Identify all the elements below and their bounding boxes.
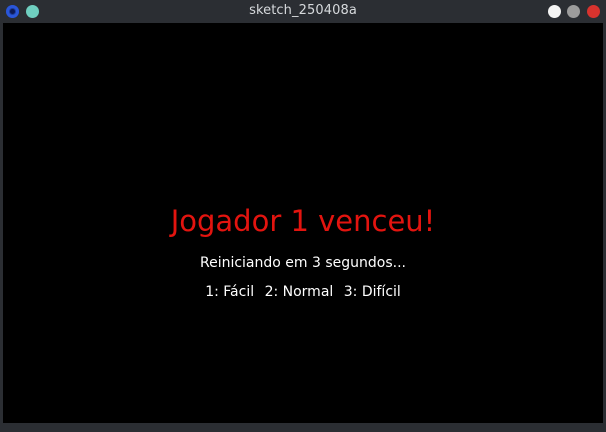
winner-message: Jogador 1 venceu!: [170, 204, 436, 238]
maximize-button[interactable]: [567, 5, 580, 18]
restart-message: Reiniciando em 3 segundos...: [199, 255, 406, 271]
window-title: sketch_250408a: [249, 3, 357, 18]
difficulty-option-hard[interactable]: 3: Difícil: [344, 284, 401, 300]
minimize-button[interactable]: [548, 5, 561, 18]
difficulty-option-normal[interactable]: 2: Normal: [265, 284, 334, 300]
difficulty-options: 1: Fácil 2: Normal 3: Difícil: [3, 284, 603, 300]
sketch-window: sketch_250408a Jogador 1 venceu! Reinici…: [0, 0, 606, 432]
close-button[interactable]: [587, 5, 600, 18]
difficulty-option-easy[interactable]: 1: Fácil: [205, 284, 254, 300]
title-bar[interactable]: sketch_250408a: [0, 0, 606, 23]
sketch-canvas[interactable]: Jogador 1 venceu! Reiniciando em 3 segun…: [3, 23, 603, 423]
